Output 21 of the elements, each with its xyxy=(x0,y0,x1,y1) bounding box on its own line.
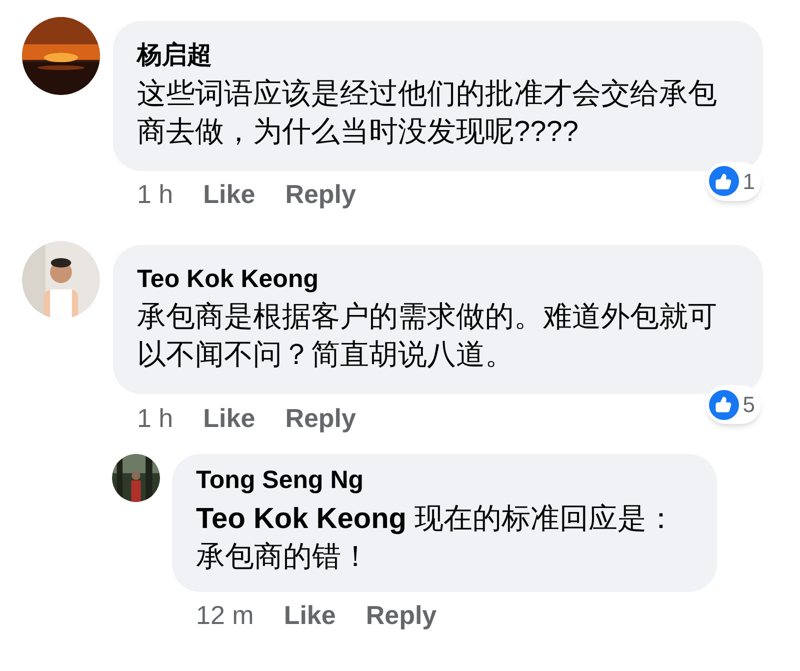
author-name[interactable]: Tong Seng Ng xyxy=(196,462,693,500)
reply-link[interactable]: Reply xyxy=(285,175,356,214)
author-name[interactable]: Teo Kok Keong xyxy=(137,260,739,298)
reaction-badge[interactable]: 1 xyxy=(706,162,761,200)
reaction-count: 1 xyxy=(742,168,755,196)
author-name[interactable]: 杨启超 xyxy=(137,37,739,74)
comment-text: 承包商是根据客户的需求做的。难道外包就可以不闻不问？简直胡说八道。 xyxy=(137,300,718,373)
comment-text: Teo Kok Keong 现在的标准回应是：承包商的错！ xyxy=(196,502,677,574)
comment-text: 这些词语应该是经过他们的批准才会交给承包商去做，为什么当时没发现呢???? xyxy=(137,76,718,150)
like-link[interactable]: Like xyxy=(284,596,336,635)
reaction-badge[interactable]: 5 xyxy=(706,385,761,424)
comment-time: 12 m xyxy=(196,599,254,632)
reply-link[interactable]: Reply xyxy=(285,398,356,438)
like-link[interactable]: Like xyxy=(203,398,256,438)
like-link[interactable]: Like xyxy=(203,175,256,214)
comment-time: 1 h xyxy=(137,178,174,211)
reply-link[interactable]: Reply xyxy=(366,596,437,635)
like-icon xyxy=(708,166,739,196)
like-icon xyxy=(708,390,739,420)
comment-time: 1 h xyxy=(137,402,174,434)
reaction-count: 5 xyxy=(742,391,755,419)
